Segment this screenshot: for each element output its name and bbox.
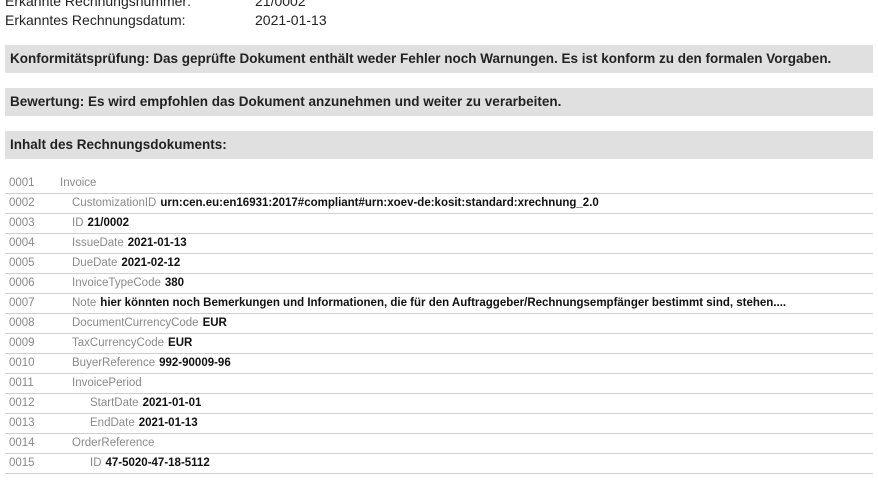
line-number: 0012	[9, 397, 35, 409]
document-row: 0014 OrderReference	[5, 434, 873, 454]
line-number: 0005	[9, 257, 35, 269]
element-name: StartDate	[90, 397, 139, 409]
element-name: ID	[90, 457, 102, 469]
element-value: 380	[164, 277, 185, 289]
line-number: 0002	[9, 197, 35, 209]
element-value: 2021-02-12	[121, 257, 181, 269]
line-number: 0001	[9, 177, 35, 189]
document-row: 0003 ID 21/0002	[5, 214, 873, 234]
row-entry: ID 21/0002	[55, 214, 129, 233]
row-entry: EndDate 2021-01-13	[55, 414, 198, 433]
row-entry: InvoicePeriod	[55, 374, 142, 393]
row-entry: ID 47-5020-47-18-5112	[55, 454, 210, 473]
element-name: EndDate	[90, 417, 135, 429]
line-number: 0006	[9, 277, 35, 289]
element-name: DocumentCurrencyCode	[72, 317, 199, 329]
line-number: 0008	[9, 317, 35, 329]
element-name: BuyerReference	[72, 357, 156, 369]
document-row: 0001 Invoice	[5, 174, 873, 194]
invoice-validation-report: Erkannte Rechnungsnummer: 21/0002 Erkann…	[0, 0, 878, 480]
row-entry: TaxCurrencyCode EUR	[55, 334, 192, 353]
document-row: 0007 Note hier könnten noch Bemerkungen u…	[5, 294, 873, 314]
element-name: InvoicePeriod	[72, 377, 142, 389]
line-number: 0013	[9, 417, 35, 429]
row-entry: CustomizationID urn:cen.eu:en16931:2017#c…	[55, 194, 599, 213]
document-row: 0004 IssueDate 2021-01-13	[5, 234, 873, 254]
element-value: 2021-01-13	[138, 417, 198, 429]
element-name: TaxCurrencyCode	[72, 337, 165, 349]
element-value: 992-90009-96	[159, 357, 231, 369]
row-entry: DocumentCurrencyCode EUR	[55, 314, 227, 333]
line-number: 0007	[9, 297, 35, 309]
element-name: Invoice	[60, 177, 97, 189]
element-name: IssueDate	[72, 237, 124, 249]
meta-label: Erkanntes Rechnungsdatum:	[5, 12, 186, 28]
element-name: DueDate	[72, 257, 118, 269]
row-entry: Invoice	[55, 174, 96, 193]
row-entry: OrderReference	[55, 434, 154, 453]
line-number: 0004	[9, 237, 35, 249]
document-row: 0015 ID 47-5020-47-18-5112	[5, 454, 873, 474]
document-row: 0002 CustomizationID urn:cen.eu:en16931:2…	[5, 194, 873, 214]
element-value: 47-5020-47-18-5112	[105, 457, 210, 469]
document-row: 0012 StartDate 2021-01-01	[5, 394, 873, 414]
line-number: 0009	[9, 337, 35, 349]
element-name: ID	[72, 217, 84, 229]
invoice-meta: Erkannte Rechnungsnummer: 21/0002 Erkann…	[5, 0, 327, 30]
document-row: 0005 DueDate 2021-02-12	[5, 254, 873, 274]
document-row: 0013 EndDate 2021-01-13	[5, 414, 873, 434]
element-value: EUR	[168, 337, 193, 349]
element-value: hier könnten noch Bemerkungen und Inform…	[100, 297, 787, 309]
document-row: 0006 InvoiceTypeCode 380	[5, 274, 873, 294]
document-content-heading: Inhalt des Rechnungsdokuments:	[5, 131, 873, 159]
row-entry: Note hier könnten noch Bemerkungen und In…	[55, 294, 786, 313]
element-value: urn:cen.eu:en16931:2017#compliant#urn:xo…	[160, 197, 599, 209]
line-number: 0003	[9, 217, 35, 229]
rating-banner: Bewertung: Es wird empfohlen das Dokumen…	[5, 88, 873, 116]
document-row: 0008 DocumentCurrencyCode EUR	[5, 314, 873, 334]
document-row: 0011 InvoicePeriod	[5, 374, 873, 394]
row-entry: IssueDate 2021-01-13	[55, 234, 187, 253]
document-row: 0010 BuyerReference 992-90009-96	[5, 354, 873, 374]
element-name: OrderReference	[72, 437, 155, 449]
meta-row-invoice-date: Erkanntes Rechnungsdatum: 2021-01-13	[5, 11, 327, 30]
line-number: 0011	[9, 377, 34, 389]
row-entry: DueDate 2021-02-12	[55, 254, 180, 273]
line-number: 0010	[9, 357, 35, 369]
row-entry: BuyerReference 992-90009-96	[55, 354, 231, 373]
meta-value: 21/0002	[255, 0, 306, 9]
meta-value: 2021-01-13	[255, 12, 327, 28]
element-value: 2021-01-13	[127, 237, 187, 249]
element-name: CustomizationID	[72, 197, 157, 209]
meta-row-invoice-number: Erkannte Rechnungsnummer: 21/0002	[5, 0, 327, 11]
element-value: 21/0002	[87, 217, 130, 229]
element-name: Note	[72, 297, 97, 309]
row-entry: StartDate 2021-01-01	[55, 394, 201, 413]
element-value: EUR	[202, 317, 227, 329]
line-number: 0014	[9, 437, 35, 449]
document-row: 0009 TaxCurrencyCode EUR	[5, 334, 873, 354]
document-content-table: 0001 Invoice 0002 CustomizationID urn:cen…	[5, 174, 873, 474]
element-name: InvoiceTypeCode	[72, 277, 161, 289]
line-number: 0015	[9, 457, 35, 469]
conformity-banner: Konformitätsprüfung: Das geprüfte Dokume…	[5, 45, 873, 73]
row-entry: InvoiceTypeCode 380	[55, 274, 184, 293]
element-value: 2021-01-01	[142, 397, 202, 409]
meta-label: Erkannte Rechnungsnummer:	[5, 0, 191, 9]
